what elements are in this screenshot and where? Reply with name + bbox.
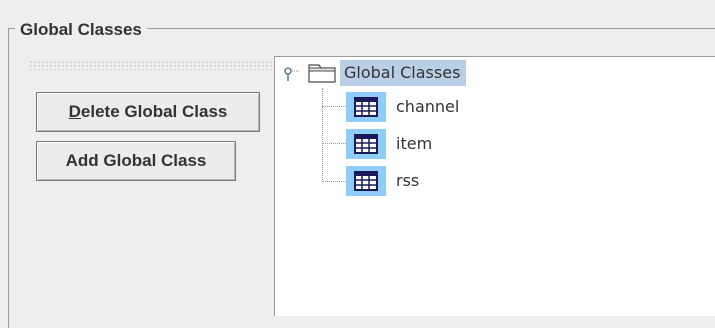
tree-connector xyxy=(322,143,346,144)
add-global-class-button[interactable]: Add Global Class xyxy=(36,141,236,181)
tree-root-label[interactable]: Global Classes xyxy=(340,60,467,86)
table-icon xyxy=(346,129,386,159)
delete-button-label: elete Global Class xyxy=(80,102,228,121)
tree-connector xyxy=(322,106,346,107)
class-tree[interactable] xyxy=(274,56,715,316)
tree-connector xyxy=(322,88,323,182)
delete-global-class-button[interactable]: Delete Global Class xyxy=(36,92,260,132)
tree-node-rss[interactable]: rss xyxy=(396,168,419,194)
group-title: Global Classes xyxy=(15,20,147,40)
tree-handle-icon[interactable] xyxy=(284,67,300,81)
table-icon xyxy=(346,92,386,122)
folder-icon xyxy=(308,64,336,83)
delete-button-mnemonic: D xyxy=(68,102,81,121)
tree-connector xyxy=(322,181,346,182)
table-icon xyxy=(346,166,386,196)
tree-node-channel[interactable]: channel xyxy=(396,94,459,120)
tree-node-item[interactable]: item xyxy=(396,131,432,157)
split-pane-divider[interactable] xyxy=(29,60,272,70)
